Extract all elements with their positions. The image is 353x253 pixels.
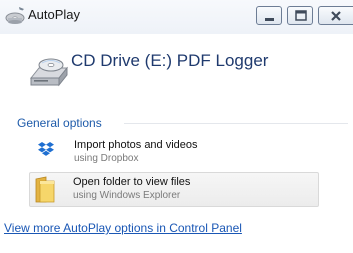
option-import-photos[interactable]: Import photos and videos using Dropbox (31, 137, 314, 169)
folder-icon (35, 176, 55, 203)
dropbox-icon (38, 142, 54, 156)
maximize-icon (295, 10, 307, 21)
maximize-button[interactable] (287, 6, 313, 25)
option-title: Import photos and videos (74, 139, 198, 151)
autoplay-icon (5, 7, 25, 24)
autoplay-content: CD Drive (E:) PDF Logger General options… (0, 34, 353, 253)
option-open-folder[interactable]: Open folder to view files using Windows … (29, 172, 319, 207)
section-label: General options (17, 116, 102, 130)
window-title: AutoPlay (28, 7, 81, 22)
option-subtitle: using Dropbox (74, 153, 139, 164)
close-button[interactable] (318, 6, 353, 25)
drive-title: CD Drive (E:) PDF Logger (71, 51, 269, 70)
minimize-button[interactable] (256, 6, 282, 25)
cd-drive-icon (29, 58, 69, 87)
close-icon (331, 11, 341, 21)
section-divider (124, 123, 348, 124)
control-panel-link[interactable]: View more AutoPlay options in Control Pa… (4, 221, 242, 235)
title-bar[interactable]: AutoPlay (0, 0, 353, 34)
option-subtitle: using Windows Explorer (73, 190, 181, 201)
option-title: Open folder to view files (73, 176, 191, 188)
minimize-icon (265, 18, 274, 21)
